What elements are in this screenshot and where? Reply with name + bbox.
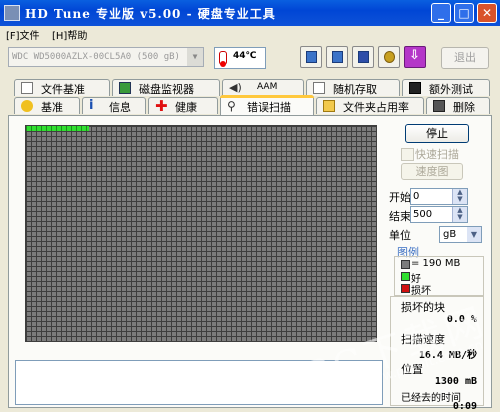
chevron-down-icon: ▼	[187, 48, 203, 66]
tab-health[interactable]: ✚ 健康	[148, 97, 218, 114]
minimize-button[interactable]: _	[431, 3, 451, 23]
menu-bar: [F]文件 [H]帮助	[0, 26, 500, 42]
scan-block-grid	[25, 125, 377, 342]
thermometer-icon	[219, 51, 227, 67]
maximize-icon: □	[458, 6, 470, 20]
title-bar: HD Tune 专业版 v5.00 - 硬盘专业工具 _ □ ✕	[0, 0, 500, 26]
close-button[interactable]: ✕	[477, 3, 497, 23]
window-title: HD Tune 专业版 v5.00 - 硬盘专业工具	[25, 7, 276, 21]
health-cross-icon: ✚	[155, 97, 168, 115]
download-button[interactable]: ⇩	[404, 46, 426, 68]
speaker-icon: ◀)	[229, 81, 242, 94]
extra-tests-icon	[409, 82, 421, 94]
speed-map-button[interactable]: 速度图	[401, 163, 463, 180]
scanned-blocks-progress	[26, 126, 89, 131]
drive-select[interactable]: WDC WD5000AZLX-00CL5A0 (500 gB) ▼	[8, 47, 204, 67]
close-icon: ✕	[481, 6, 493, 20]
toolbar: WDC WD5000AZLX-00CL5A0 (500 gB) ▼ 44℃ ⇩ …	[0, 42, 500, 76]
disk-monitor-icon	[119, 82, 131, 94]
good-swatch	[401, 272, 410, 281]
spinner-arrows-icon[interactable]: ▲ ▼	[452, 207, 467, 222]
save-button[interactable]	[352, 46, 374, 68]
exit-button[interactable]: 退出	[441, 47, 489, 69]
unit-value: gB	[443, 229, 457, 240]
spinner-arrows-icon[interactable]: ▲ ▼	[452, 189, 467, 204]
temperature-value: 44℃	[233, 51, 257, 61]
legend-box: = 190 MB 好 损坏	[394, 256, 484, 297]
trash-icon	[433, 100, 445, 112]
copy-screen-icon	[332, 51, 343, 63]
chevron-down-icon: ▼	[467, 227, 481, 242]
wrench-icon	[384, 51, 395, 63]
minimize-icon: _	[438, 6, 444, 20]
block-size-text: = 190 MB	[411, 258, 461, 269]
benchmark-icon	[21, 100, 33, 112]
tab-disk-monitor[interactable]: 磁盘监视器	[112, 79, 220, 96]
tab-random-access[interactable]: 随机存取	[306, 79, 400, 96]
maximize-button[interactable]: □	[454, 3, 474, 23]
file-benchmark-icon	[21, 82, 33, 94]
tab-folder-usage[interactable]: 文件夹占用率	[316, 97, 424, 114]
position-value: 1300 mB	[434, 376, 477, 387]
quick-scan-checkbox[interactable]	[401, 148, 414, 161]
tab-info[interactable]: i 信息	[82, 97, 146, 114]
arrow-down-icon: ⇩	[409, 48, 420, 63]
end-input[interactable]: 500 ▲ ▼	[410, 206, 468, 223]
tab-error-scan[interactable]: ⚲ 错误扫描	[220, 95, 314, 115]
end-label: 结束	[389, 210, 411, 223]
menu-file[interactable]: [F]文件	[6, 27, 40, 42]
stop-button[interactable]: 停止	[405, 124, 469, 143]
unit-label: 单位	[389, 229, 411, 242]
tab-file-benchmark[interactable]: 文件基准	[14, 79, 110, 96]
drive-select-value: WDC WD5000AZLX-00CL5A0 (500 gB)	[12, 52, 180, 62]
bad-swatch	[401, 284, 410, 293]
temperature-display: 44℃	[214, 47, 266, 69]
unit-select[interactable]: gB ▼	[439, 226, 482, 243]
magnifier-icon: ⚲	[227, 99, 236, 113]
app-icon	[4, 5, 20, 21]
tab-aam[interactable]: ◀) AAM	[222, 79, 304, 96]
options-button[interactable]	[378, 46, 400, 68]
tab-extra-tests[interactable]: 额外测试	[402, 79, 490, 96]
copy-icon	[306, 51, 317, 63]
folder-icon	[323, 100, 335, 112]
quick-scan-label: 快速扫描	[415, 148, 459, 161]
bad-label: 损坏	[411, 286, 431, 297]
elapsed-time-value: 0:09	[452, 401, 477, 412]
start-input[interactable]: 0 ▲ ▼	[410, 188, 468, 205]
start-label: 开始	[389, 191, 411, 204]
copy-screenshot-button[interactable]	[326, 46, 348, 68]
tab-erase[interactable]: 删除	[426, 97, 490, 114]
floppy-disk-icon	[358, 51, 369, 63]
end-value: 500	[413, 209, 433, 220]
copy-info-button[interactable]	[300, 46, 322, 68]
info-icon: i	[89, 98, 94, 113]
start-value: 0	[413, 191, 420, 202]
tab-benchmark[interactable]: 基准	[14, 97, 80, 114]
block-swatch	[401, 260, 410, 269]
menu-help[interactable]: [H]帮助	[52, 27, 87, 42]
random-access-icon	[313, 82, 325, 94]
